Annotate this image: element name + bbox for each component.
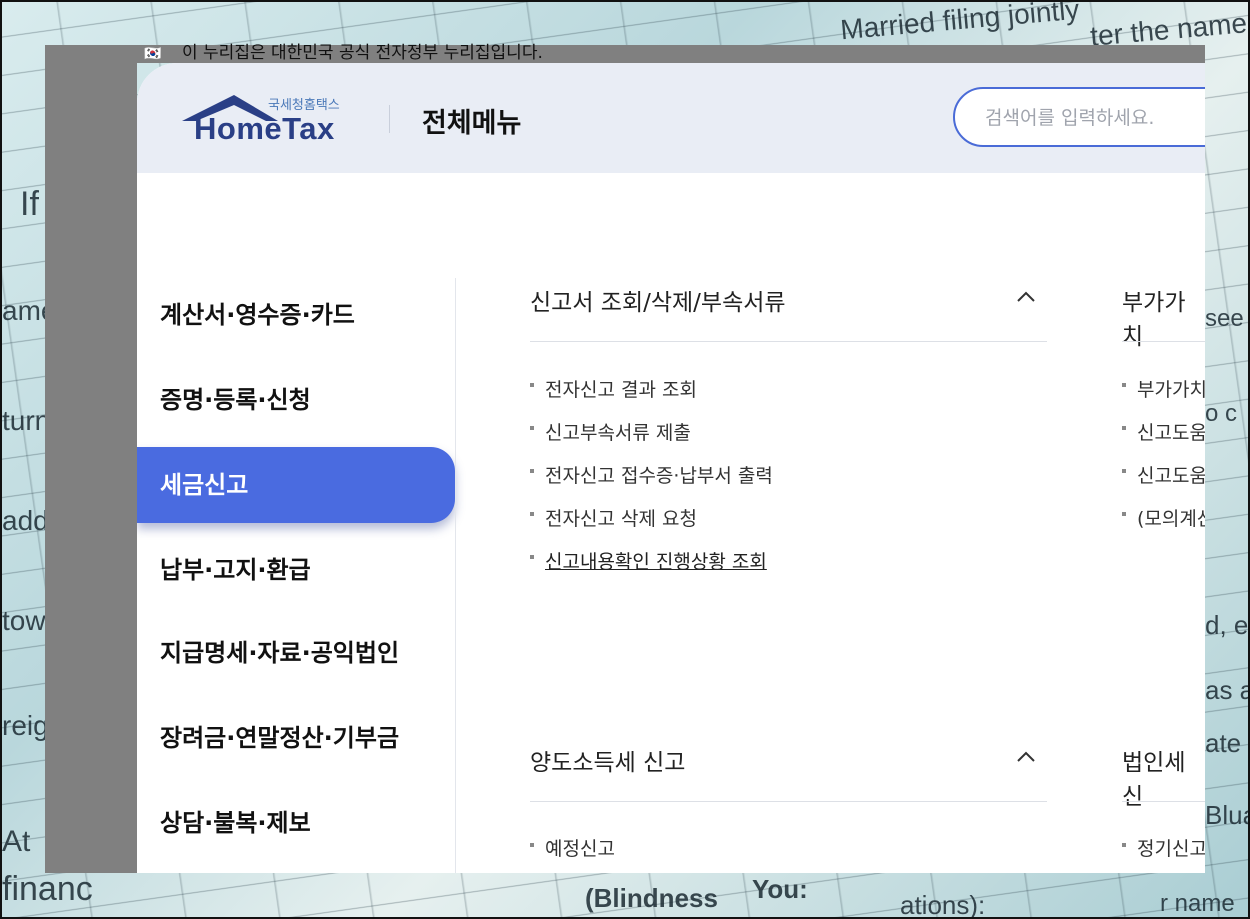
search-input[interactable] xyxy=(983,103,1205,133)
sidebar-item-payment[interactable]: 납부·고지·환급 xyxy=(137,532,455,608)
hometax-logo[interactable]: 국세청홈택스 HomeTax xyxy=(182,91,357,151)
sidebar-item-receipts[interactable]: 계산서·영수증·카드 xyxy=(137,277,455,353)
menu-link[interactable]: 부가가치 xyxy=(1137,375,1205,402)
menu-link[interactable]: 전자신고 접수증·납부서 출력 xyxy=(545,461,773,488)
bullet-icon xyxy=(1122,383,1126,387)
menu-link[interactable]: 신고내용확인 진행상황 조회 xyxy=(545,547,767,574)
bg-form-text: Bluar xyxy=(1205,800,1250,830)
section-divider xyxy=(1122,801,1205,802)
bg-form-text: If xyxy=(20,185,39,223)
sidebar-item-tax-filing[interactable]: 세금신고 xyxy=(137,447,455,523)
bg-form-text: r name xyxy=(1160,890,1235,917)
bg-form-text: You: xyxy=(752,874,808,904)
sidebar-item-consult[interactable]: 상담·불복·제보 xyxy=(137,785,455,861)
bg-form-text: Married filing jointly xyxy=(839,0,1081,46)
bullet-icon xyxy=(530,383,534,387)
bg-form-text: as a xyxy=(1205,675,1250,705)
bg-form-text: reig xyxy=(2,710,49,741)
section-divider xyxy=(530,801,1047,802)
menu-header: 국세청홈택스 HomeTax 전체메뉴 xyxy=(137,63,1205,173)
bullet-icon xyxy=(1122,469,1126,473)
page-title: 전체메뉴 xyxy=(422,108,522,139)
menu-link[interactable]: 예정신고 xyxy=(545,834,615,861)
menu-link[interactable]: 정기신고 xyxy=(1137,834,1205,861)
bullet-icon xyxy=(530,469,534,473)
section-divider xyxy=(1122,341,1205,342)
bg-form-text: turn xyxy=(2,405,51,436)
bg-form-text: (Blindness xyxy=(585,883,718,913)
menu-link[interactable]: 신고도움 xyxy=(1137,418,1205,445)
bg-form-text: add xyxy=(2,505,49,536)
sidebar-item-incentives[interactable]: 장려금·연말정산·기부금 xyxy=(137,700,455,776)
bg-form-text: financ xyxy=(2,870,93,908)
gov-banner-text: 이 누리집은 대한민국 공식 전자정부 누리집입니다. xyxy=(182,43,543,63)
bg-form-text: d, e xyxy=(1205,610,1249,640)
overlay-left xyxy=(45,45,137,873)
chevron-up-icon[interactable] xyxy=(1012,743,1040,771)
section-title-capital-gains[interactable]: 양도소득세 신고 xyxy=(530,743,685,777)
menu-link[interactable]: 전자신고 결과 조회 xyxy=(545,375,697,402)
logo-text: HomeTax xyxy=(194,111,335,146)
bg-form-text: ations): xyxy=(900,890,986,919)
header-divider xyxy=(389,105,390,133)
korean-flag-icon: 🇰🇷 xyxy=(144,46,162,62)
chevron-up-icon[interactable] xyxy=(1012,283,1040,311)
sidebar-item-statements[interactable]: 지급명세·자료·공익법인 xyxy=(137,615,455,691)
bg-form-text: o c xyxy=(1205,400,1238,427)
menu-link[interactable]: 전자신고 삭제 요청 xyxy=(545,504,697,531)
search-box[interactable] xyxy=(953,87,1205,147)
bg-form-text: At xyxy=(2,825,31,858)
bg-form-text: ate xyxy=(1205,728,1242,758)
menu-link[interactable]: 신고부속서류 제출 xyxy=(545,418,691,445)
bullet-icon xyxy=(1122,426,1126,430)
menu-link[interactable]: (모의계산 xyxy=(1137,504,1205,531)
menu-link[interactable]: 신고도움 xyxy=(1137,461,1205,488)
bullet-icon xyxy=(530,512,534,516)
bg-form-text: see xyxy=(1205,305,1244,332)
bullet-icon xyxy=(530,843,534,847)
section-title-filing-lookup[interactable]: 신고서 조회/삭제/부속서류 xyxy=(530,283,786,317)
bullet-icon xyxy=(530,426,534,430)
bullet-icon xyxy=(530,555,534,559)
bg-form-text: tow xyxy=(2,605,46,636)
section-divider xyxy=(530,341,1047,342)
sidebar-item-certificates[interactable]: 증명·등록·신청 xyxy=(137,362,455,438)
full-menu-panel: 국세청홈택스 HomeTax 전체메뉴 계산서·영수증·카드 증명·등록·신청 … xyxy=(137,63,1205,873)
bullet-icon xyxy=(1122,843,1126,847)
sidebar-divider xyxy=(455,278,456,873)
bullet-icon xyxy=(1122,512,1126,516)
